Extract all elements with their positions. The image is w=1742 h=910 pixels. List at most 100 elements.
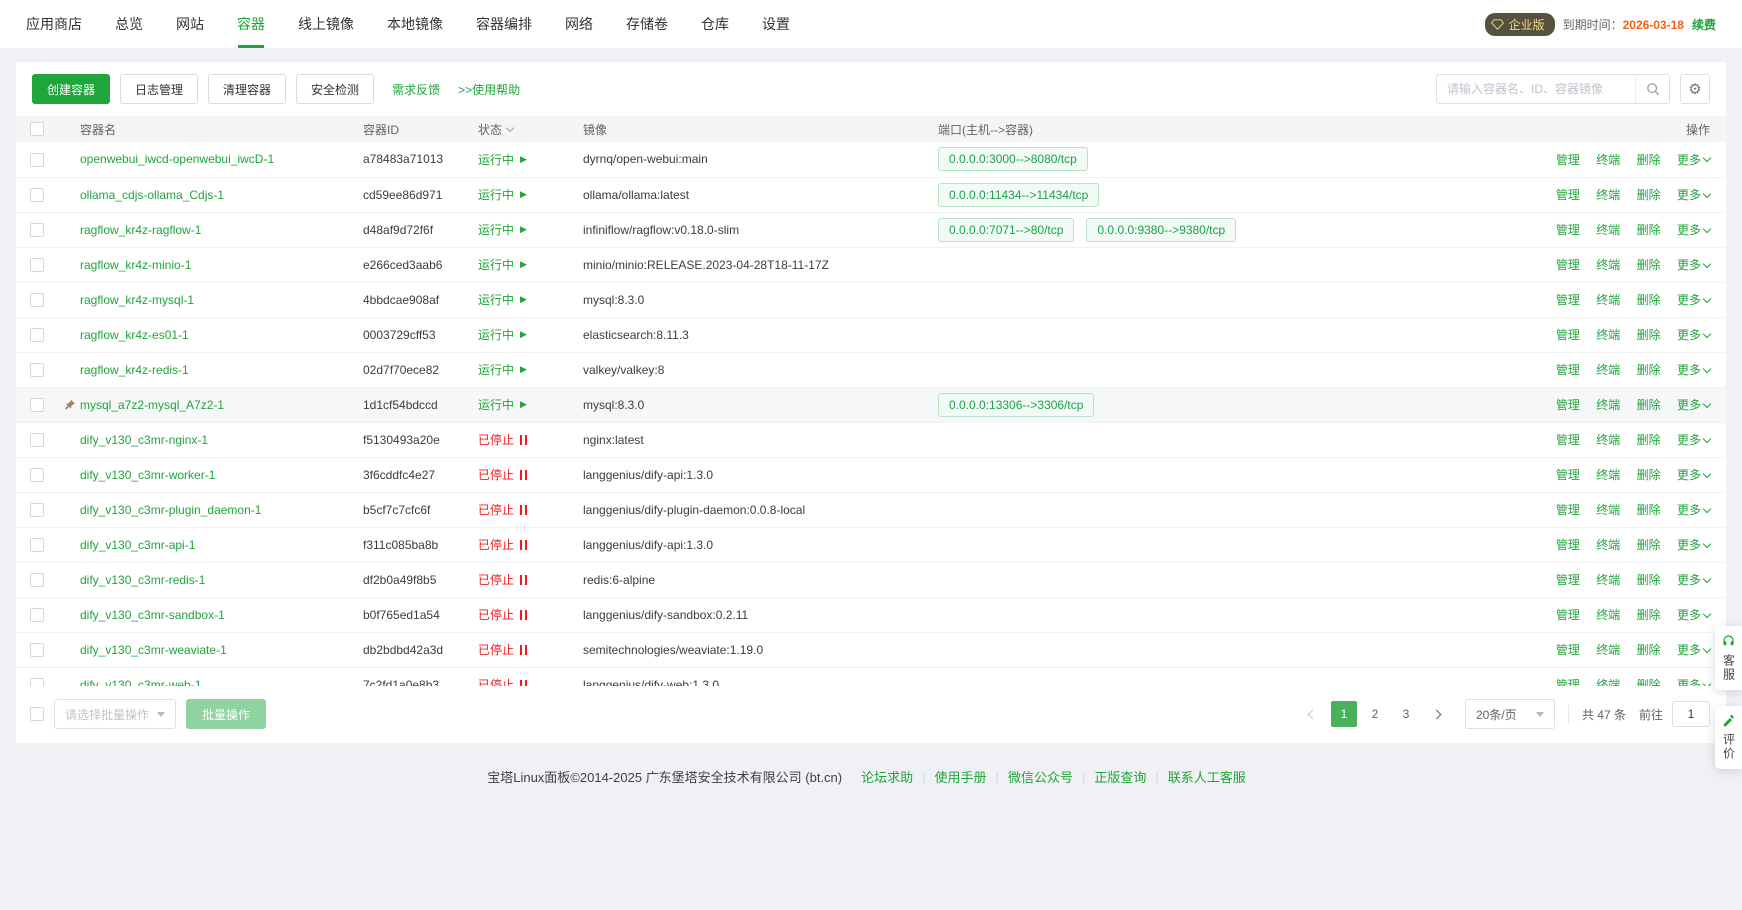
action-more[interactable]: 更多 — [1677, 221, 1710, 238]
container-name-link[interactable]: dify_v130_c3mr-plugin_daemon-1 — [80, 503, 261, 517]
row-checkbox[interactable] — [30, 363, 44, 377]
table-settings-button[interactable]: ⚙ — [1680, 74, 1710, 104]
page-button-2[interactable]: 2 — [1362, 701, 1388, 727]
container-name-link[interactable]: dify_v130_c3mr-worker-1 — [80, 468, 215, 482]
vip-badge[interactable]: 企业版 — [1485, 13, 1555, 36]
footer-link-5[interactable]: 联系人工客服 — [1168, 770, 1246, 785]
goto-page-input[interactable] — [1672, 701, 1710, 727]
action-manage[interactable]: 管理 — [1556, 326, 1580, 343]
action-terminal[interactable]: 终端 — [1596, 396, 1620, 413]
row-checkbox[interactable] — [30, 573, 44, 587]
select-all-checkbox[interactable] — [30, 122, 44, 136]
row-checkbox[interactable] — [30, 538, 44, 552]
container-name-link[interactable]: dify_v130_c3mr-sandbox-1 — [80, 608, 225, 622]
action-manage[interactable]: 管理 — [1556, 361, 1580, 378]
container-name-link[interactable]: dify_v130_c3mr-api-1 — [80, 538, 195, 552]
action-more[interactable]: 更多 — [1677, 641, 1710, 658]
action-terminal[interactable]: 终端 — [1596, 256, 1620, 273]
nav-item-8[interactable]: 网络 — [565, 0, 593, 48]
action-more[interactable]: 更多 — [1677, 431, 1710, 448]
action-delete[interactable]: 删除 — [1637, 256, 1661, 273]
action-terminal[interactable]: 终端 — [1596, 431, 1620, 448]
action-manage[interactable]: 管理 — [1556, 536, 1580, 553]
nav-item-2[interactable]: 总览 — [115, 0, 143, 48]
action-delete[interactable]: 删除 — [1637, 291, 1661, 308]
clean-container-button[interactable]: 清理容器 — [208, 74, 286, 104]
page-size-select[interactable]: 20条/页 — [1465, 699, 1555, 729]
review-widget[interactable]: 评价 — [1715, 706, 1742, 769]
action-terminal[interactable]: 终端 — [1596, 221, 1620, 238]
help-link[interactable]: >>使用帮助 — [458, 81, 520, 98]
action-delete[interactable]: 删除 — [1637, 536, 1661, 553]
nav-item-4[interactable]: 容器 — [237, 0, 265, 48]
action-manage[interactable]: 管理 — [1556, 396, 1580, 413]
action-delete[interactable]: 删除 — [1637, 431, 1661, 448]
action-more[interactable]: 更多 — [1677, 676, 1710, 686]
row-checkbox[interactable] — [30, 258, 44, 272]
row-checkbox[interactable] — [30, 468, 44, 482]
log-management-button[interactable]: 日志管理 — [120, 74, 198, 104]
prev-page-button[interactable] — [1300, 701, 1326, 727]
container-name-link[interactable]: ollama_cdjs-ollama_Cdjs-1 — [80, 188, 224, 202]
row-checkbox[interactable] — [30, 153, 44, 167]
container-name-link[interactable]: ragflow_kr4z-redis-1 — [80, 363, 189, 377]
container-name-link[interactable]: dify_v130_c3mr-nginx-1 — [80, 433, 208, 447]
action-terminal[interactable]: 终端 — [1596, 641, 1620, 658]
action-more[interactable]: 更多 — [1677, 466, 1710, 483]
action-delete[interactable]: 删除 — [1637, 571, 1661, 588]
footer-link-3[interactable]: 微信公众号 — [1008, 770, 1073, 785]
nav-item-7[interactable]: 容器编排 — [476, 0, 532, 48]
action-more[interactable]: 更多 — [1677, 326, 1710, 343]
footer-link-4[interactable]: 正版查询 — [1094, 770, 1146, 785]
row-checkbox[interactable] — [30, 188, 44, 202]
action-delete[interactable]: 删除 — [1637, 361, 1661, 378]
action-delete[interactable]: 删除 — [1637, 396, 1661, 413]
action-manage[interactable]: 管理 — [1556, 291, 1580, 308]
action-manage[interactable]: 管理 — [1556, 151, 1580, 168]
nav-item-1[interactable]: 应用商店 — [26, 0, 82, 48]
action-terminal[interactable]: 终端 — [1596, 676, 1620, 686]
action-delete[interactable]: 删除 — [1637, 606, 1661, 623]
action-more[interactable]: 更多 — [1677, 536, 1710, 553]
action-more[interactable]: 更多 — [1677, 256, 1710, 273]
action-terminal[interactable]: 终端 — [1596, 361, 1620, 378]
action-delete[interactable]: 删除 — [1637, 326, 1661, 343]
footer-link-1[interactable]: 论坛求助 — [861, 770, 913, 785]
container-name-link[interactable]: dify_v130_c3mr-web-1 — [80, 678, 201, 687]
action-manage[interactable]: 管理 — [1556, 221, 1580, 238]
container-name-link[interactable]: mysql_a7z2-mysql_A7z2-1 — [80, 398, 224, 412]
batch-action-button[interactable]: 批量操作 — [186, 699, 266, 729]
container-name-link[interactable]: ragflow_kr4z-minio-1 — [80, 258, 191, 272]
action-delete[interactable]: 删除 — [1637, 466, 1661, 483]
action-manage[interactable]: 管理 — [1556, 676, 1580, 686]
action-delete[interactable]: 删除 — [1637, 186, 1661, 203]
action-more[interactable]: 更多 — [1677, 291, 1710, 308]
status-filter[interactable]: 状态 — [478, 121, 513, 138]
action-terminal[interactable]: 终端 — [1596, 536, 1620, 553]
footer-link-2[interactable]: 使用手册 — [935, 770, 987, 785]
action-manage[interactable]: 管理 — [1556, 256, 1580, 273]
action-terminal[interactable]: 终端 — [1596, 291, 1620, 308]
action-manage[interactable]: 管理 — [1556, 186, 1580, 203]
nav-item-3[interactable]: 网站 — [176, 0, 204, 48]
row-checkbox[interactable] — [30, 503, 44, 517]
container-name-link[interactable]: ragflow_kr4z-mysql-1 — [80, 293, 194, 307]
nav-item-6[interactable]: 本地镜像 — [387, 0, 443, 48]
next-page-button[interactable] — [1424, 701, 1450, 727]
action-terminal[interactable]: 终端 — [1596, 326, 1620, 343]
action-manage[interactable]: 管理 — [1556, 606, 1580, 623]
action-terminal[interactable]: 终端 — [1596, 571, 1620, 588]
container-name-link[interactable]: ragflow_kr4z-es01-1 — [80, 328, 189, 342]
action-delete[interactable]: 删除 — [1637, 641, 1661, 658]
batch-action-select[interactable]: 请选择批量操作 — [54, 699, 176, 729]
row-checkbox[interactable] — [30, 433, 44, 447]
nav-item-9[interactable]: 存储卷 — [626, 0, 668, 48]
renew-link[interactable]: 续费 — [1692, 16, 1716, 33]
action-more[interactable]: 更多 — [1677, 361, 1710, 378]
row-checkbox[interactable] — [30, 678, 44, 686]
action-terminal[interactable]: 终端 — [1596, 186, 1620, 203]
container-name-link[interactable]: ragflow_kr4z-ragflow-1 — [80, 223, 201, 237]
nav-item-11[interactable]: 设置 — [762, 0, 790, 48]
action-terminal[interactable]: 终端 — [1596, 151, 1620, 168]
batch-select-all-checkbox[interactable] — [30, 707, 44, 721]
